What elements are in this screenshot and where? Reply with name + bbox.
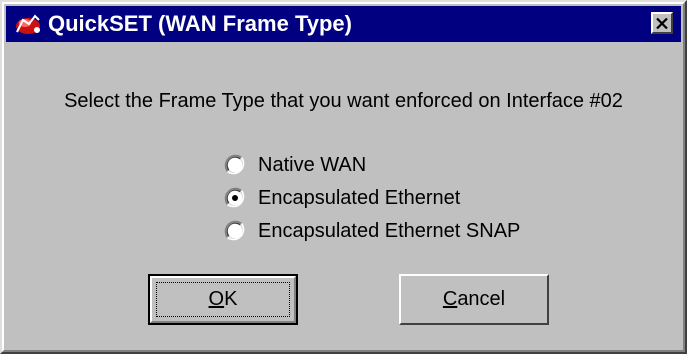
cancel-button[interactable]: Cancel [399,274,549,325]
option-encapsulated-ethernet-snap[interactable]: Encapsulated Ethernet SNAP [224,214,520,247]
option-native-wan[interactable]: Native WAN [224,148,520,181]
native-wan-radio[interactable] [224,154,246,176]
ok-button[interactable]: OK [148,274,298,325]
native-wan-label: Native WAN [258,153,367,176]
option-encapsulated-ethernet[interactable]: Encapsulated Ethernet [224,181,520,214]
quickset-app-icon [16,14,40,34]
title-bar[interactable]: QuickSET (WAN Frame Type) [6,6,681,42]
window-title: QuickSET (WAN Frame Type) [48,11,352,36]
quickset-dialog: QuickSET (WAN Frame Type) Select the Fra… [0,0,687,354]
encapsulated-ethernet-radio[interactable] [224,187,246,209]
close-icon [656,17,668,29]
encapsulated-ethernet-snap-label: Encapsulated Ethernet SNAP [258,219,521,242]
close-button[interactable] [651,12,673,34]
frame-type-options: Native WAN Encapsulated Ethernet Encapsu… [224,148,520,247]
encapsulated-ethernet-snap-radio[interactable] [224,220,246,242]
encapsulated-ethernet-label: Encapsulated Ethernet [258,186,461,209]
frame-type-prompt: Select the Frame Type that you want enfo… [64,90,623,112]
cancel-button-label: Cancel [442,288,506,310]
ok-button-label: OK [208,288,238,310]
